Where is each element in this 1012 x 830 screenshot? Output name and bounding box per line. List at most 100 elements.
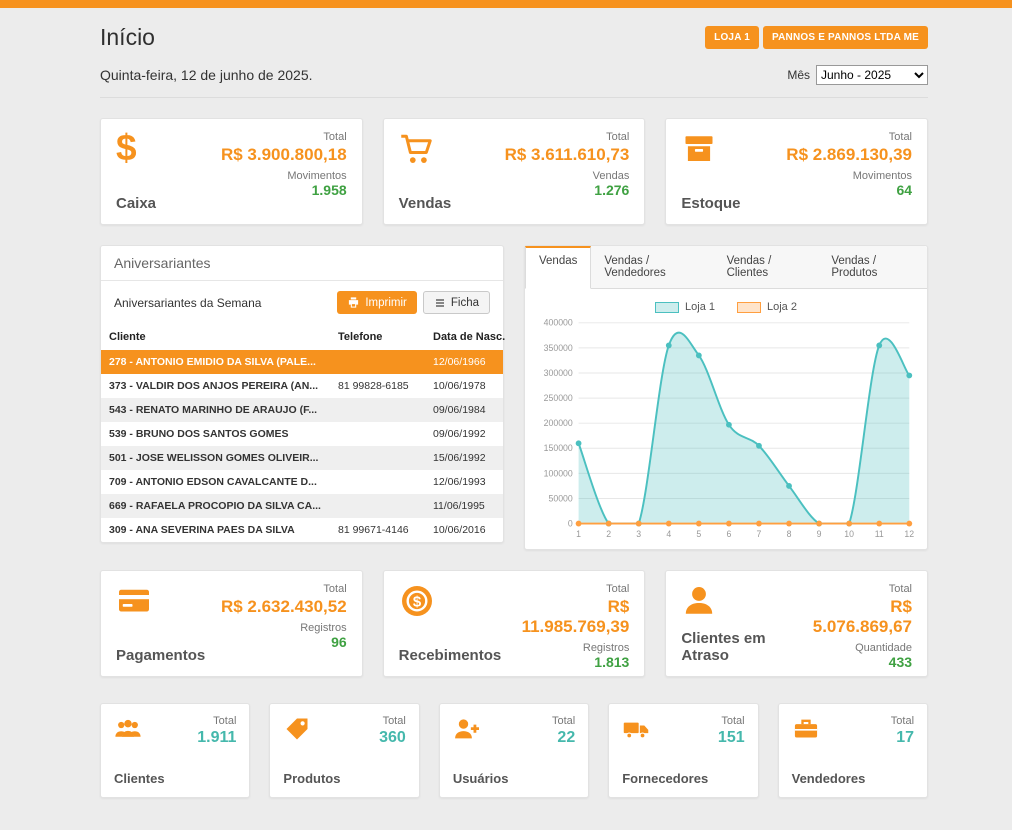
svg-text:11: 11 xyxy=(875,529,884,539)
pagamentos-count-label: Registros xyxy=(221,622,347,634)
svg-text:9: 9 xyxy=(817,529,822,539)
svg-text:8: 8 xyxy=(787,529,792,539)
estoque-count-value: 64 xyxy=(786,182,912,198)
recebimentos-total-label: Total xyxy=(501,583,629,595)
usuarios-total-value: 22 xyxy=(552,729,575,747)
vendas-total-label: Total xyxy=(505,131,630,143)
svg-text:10: 10 xyxy=(844,529,854,539)
fornecedores-total-label: Total xyxy=(718,715,745,727)
table-row[interactable]: 373 - VALDIR DOS ANJOS PEREIRA (AN... 81… xyxy=(101,374,503,398)
vendedores-total-value: 17 xyxy=(891,729,914,747)
usuarios-card: Usuários Total 22 xyxy=(439,703,589,798)
coin-dollar-glyph: $ xyxy=(413,593,422,610)
clientes-atraso-count-value: 433 xyxy=(801,654,912,670)
recebimentos-count-label: Registros xyxy=(501,642,629,654)
store-button[interactable]: LOJA 1 xyxy=(705,26,759,49)
estoque-total-label: Total xyxy=(786,131,912,143)
svg-text:3: 3 xyxy=(636,529,641,539)
table-row[interactable]: 543 - RENATO MARINHO DE ARAUJO (F... 09/… xyxy=(101,398,503,422)
table-row[interactable]: 278 - ANTONIO EMIDIO DA SILVA (PALE... 1… xyxy=(101,350,503,374)
vendas-card: Vendas Total R$ 3.611.610,73 Vendas 1.27… xyxy=(383,118,646,225)
clientes-total-value: 1.911 xyxy=(197,729,236,747)
tab-vendas-clientes[interactable]: Vendas / Clientes xyxy=(714,246,819,288)
clientes-card: Clientes Total 1.911 xyxy=(100,703,250,798)
finance-cards-row: Pagamentos Total R$ 2.632.430,52 Registr… xyxy=(100,570,928,677)
table-row[interactable]: 309 - ANA SEVERINA PAES DA SILVA 81 9967… xyxy=(101,518,503,542)
legend-label-loja2: Loja 2 xyxy=(767,301,797,313)
vendas-count-label: Vendas xyxy=(505,170,630,182)
vendedores-total-label: Total xyxy=(891,715,914,727)
chart-legend: Loja 1 Loja 2 xyxy=(533,301,919,313)
clientes-atraso-total-value: R$ 5.076.869,67 xyxy=(801,597,912,637)
recebimentos-card: $ Recebimentos Total R$ 11.985.769,39 Re… xyxy=(383,570,646,677)
ficha-button-label: Ficha xyxy=(451,297,479,309)
clientes-atraso-label: Clientes em Atraso xyxy=(681,630,801,664)
pagamentos-total-value: R$ 2.632.430,52 xyxy=(221,597,347,617)
vendas-label: Vendas xyxy=(399,195,452,212)
ficha-button[interactable]: Ficha xyxy=(423,291,490,314)
caixa-count-label: Movimentos xyxy=(221,170,347,182)
birthdays-subtitle: Aniversariantes da Semana xyxy=(114,296,261,310)
company-button[interactable]: PANNOS E PANNOS LTDA ME xyxy=(763,26,928,49)
print-button[interactable]: Imprimir xyxy=(337,291,417,314)
tab-vendas-produtos[interactable]: Vendas / Produtos xyxy=(818,246,927,288)
svg-text:150000: 150000 xyxy=(544,443,573,453)
col-cliente: Cliente xyxy=(101,324,330,350)
legend-label-loja1: Loja 1 xyxy=(685,301,715,313)
credit-card-icon xyxy=(116,583,152,619)
user-plus-icon xyxy=(453,715,481,743)
svg-text:400000: 400000 xyxy=(544,318,573,328)
clientes-atraso-total-label: Total xyxy=(801,583,912,595)
tag-icon xyxy=(283,715,311,743)
svg-text:250000: 250000 xyxy=(544,393,573,403)
pagamentos-card: Pagamentos Total R$ 2.632.430,52 Registr… xyxy=(100,570,363,677)
caixa-label: Caixa xyxy=(116,195,156,212)
pagamentos-count-value: 96 xyxy=(221,634,347,650)
table-row[interactable]: 709 - ANTONIO EDSON CAVALCANTE D... 12/0… xyxy=(101,470,503,494)
month-label: Mês xyxy=(787,68,810,82)
produtos-label: Produtos xyxy=(283,771,340,786)
col-telefone: Telefone xyxy=(330,324,425,350)
legend-item-loja1[interactable]: Loja 1 xyxy=(655,301,715,313)
caixa-total-value: R$ 3.900.800,18 xyxy=(221,145,347,165)
tab-vendas-vendedores[interactable]: Vendas / Vendedores xyxy=(591,246,713,288)
coin-icon: $ xyxy=(399,583,435,619)
month-select[interactable]: Junho - 2025 xyxy=(816,65,928,85)
clientes-label: Clientes xyxy=(114,771,165,786)
table-row[interactable]: 539 - BRUNO DOS SANTOS GOMES 09/06/1992 xyxy=(101,422,503,446)
pagamentos-total-label: Total xyxy=(221,583,347,595)
svg-text:200000: 200000 xyxy=(544,418,573,428)
loja2-swatch-icon xyxy=(737,302,761,313)
produtos-total-label: Total xyxy=(379,715,406,727)
table-row[interactable]: 501 - JOSE WELISSON GOMES OLIVEIR... 15/… xyxy=(101,446,503,470)
fornecedores-total-value: 151 xyxy=(718,729,745,747)
svg-text:300000: 300000 xyxy=(544,368,573,378)
estoque-label: Estoque xyxy=(681,195,740,212)
caixa-count-value: 1.958 xyxy=(221,182,347,198)
table-row[interactable]: 669 - RAFAELA PROCOPIO DA SILVA CA... 11… xyxy=(101,494,503,518)
vendedores-card: Vendedores Total 17 xyxy=(778,703,928,798)
birthdays-title: Aniversariantes xyxy=(101,246,503,281)
estoque-count-label: Movimentos xyxy=(786,170,912,182)
tab-vendas[interactable]: Vendas xyxy=(525,246,591,289)
clientes-atraso-card: Clientes em Atraso Total R$ 5.076.869,67… xyxy=(665,570,928,677)
svg-text:2: 2 xyxy=(606,529,611,539)
clientes-atraso-count-label: Quantidade xyxy=(801,642,912,654)
legend-item-loja2[interactable]: Loja 2 xyxy=(737,301,797,313)
svg-text:0: 0 xyxy=(568,518,573,528)
dollar-icon: $ xyxy=(116,131,156,165)
caixa-total-label: Total xyxy=(221,131,347,143)
sales-chart-panel: Vendas Vendas / Vendedores Vendas / Clie… xyxy=(524,245,928,550)
box-icon xyxy=(681,131,717,167)
print-button-label: Imprimir xyxy=(365,297,407,309)
birthdays-table: Cliente Telefone Data de Nasc. 278 - ANT… xyxy=(101,324,503,542)
svg-text:5: 5 xyxy=(696,529,701,539)
vendas-total-value: R$ 3.611.610,73 xyxy=(505,145,630,165)
recebimentos-label: Recebimentos xyxy=(399,647,502,664)
svg-text:4: 4 xyxy=(666,529,671,539)
loja1-swatch-icon xyxy=(655,302,679,313)
summary-cards-row: $ Caixa Total R$ 3.900.800,18 Movimentos… xyxy=(100,118,928,225)
svg-text:6: 6 xyxy=(726,529,731,539)
svg-text:12: 12 xyxy=(904,529,914,539)
sales-chart: 0500001000001500002000002500003000003500… xyxy=(533,317,919,545)
